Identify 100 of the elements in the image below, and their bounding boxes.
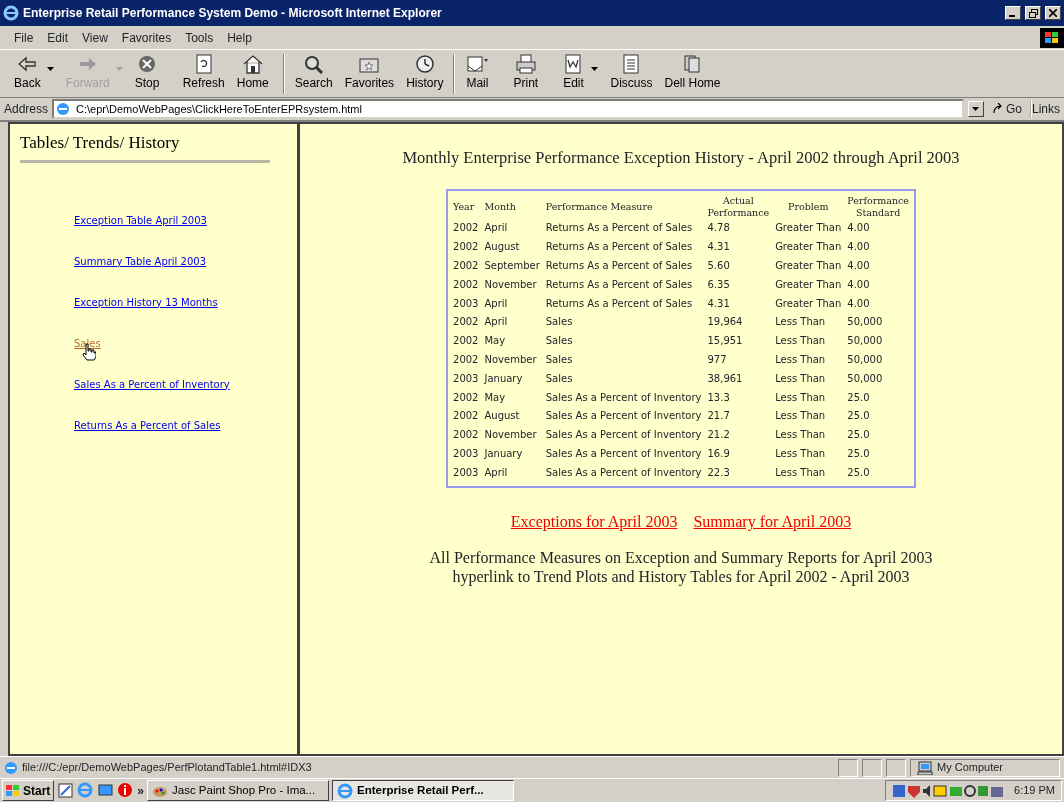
toolbar-button[interactable]: Edit [555,54,605,92]
table-cell-text: 2003 [452,296,480,311]
table-cell-text: 2002 [452,240,480,255]
table-cell-text: Sales [544,334,574,349]
sidebar-link[interactable]: Sales [74,337,101,349]
toolbar-button[interactable]: Back [8,54,60,92]
sidebar-link[interactable]: Sales As a Percent of Inventory [74,378,230,390]
table-cell-text: 2002 [452,221,480,236]
table-cell-text: 25.0 [846,446,871,461]
info-icon[interactable] [117,782,135,799]
table-cell-text: January [483,446,524,461]
table-cell-text: 2003 [452,446,480,461]
computer-icon [917,760,933,775]
table-cell-text: November [483,352,538,367]
toolbar-button[interactable]: Discuss [604,54,659,92]
table-cell-text: 2003 [452,465,480,480]
menu-item[interactable]: Favorites [115,27,178,48]
menu-item[interactable]: Edit [41,27,75,48]
table-cell-text: September [483,259,541,273]
column-header: Actual Performance [706,194,771,219]
monitor-icon[interactable] [97,782,115,799]
table-cell-text: Returns As a Percent of Sales [544,296,694,311]
table-cell-text: 2002 [452,428,480,443]
table-cell-text: 2002 [452,352,480,367]
report-link[interactable]: Exceptions for April 2003 [510,509,678,534]
table-cell-text: 50,000 [846,371,884,386]
start-button[interactable]: Start [2,780,55,801]
status-pane [886,758,906,777]
report-link[interactable]: Summary for April 2003 [693,509,852,534]
minimize-button[interactable] [1005,6,1021,20]
table-cell-text: 2002 [452,277,480,292]
address-field[interactable]: C:\epr\DemoWebPages\ClickHereToEnterEPRsystem.html [52,99,964,119]
table-cell-text: 4.31 [706,240,731,255]
table-cell-text: 15,951 [706,334,744,349]
table-cell-text: Sales As a Percent of Inventory [544,465,703,480]
pencil-icon[interactable] [57,782,75,799]
sidebar-link[interactable]: Returns As a Percent of Sales [74,419,221,431]
table-cell-text: 4.00 [846,240,871,255]
sidebar-link[interactable]: Summary Table April 2003 [74,255,207,267]
table-cell-text: April [483,296,509,311]
table-cell-text: 4.31 [706,296,731,311]
toolbar-button[interactable]: Print [507,54,556,92]
table-cell-text: Sales As a Percent of Inventory [544,409,703,424]
more-button[interactable]: » [137,781,145,800]
table-cell-text: Returns As a Percent of Sales [544,259,694,273]
flag-icon [1045,31,1059,44]
table-cell-text: Sales As a Percent of Inventory [544,390,703,405]
links-button[interactable]: Links [1030,100,1060,118]
table-cell-text: Returns As a Percent of Sales [544,221,694,236]
restore-button[interactable] [1025,6,1041,20]
menu-item[interactable]: Tools [179,27,220,48]
column-header: Month [483,199,517,214]
table-cell-text: Less Than [774,465,827,480]
toolbar-button[interactable]: Favorites [338,54,401,92]
printer-icon [513,54,538,74]
table-cell-text: January [483,371,524,386]
envelope-icon [465,54,490,74]
close-button[interactable] [1045,6,1061,20]
frame-title: Tables/ Trends/ History [20,132,181,154]
toolbar-button[interactable]: Search [288,54,339,92]
table-cell-text: August [483,240,521,255]
toolbar-button[interactable]: Stop [128,54,177,92]
page-icon [56,102,71,116]
table-cell-text: Sales As a Percent of Inventory [544,428,703,443]
toolbar-button[interactable]: Mail [459,54,508,92]
table-cell-text: 21.7 [706,409,731,424]
table-cell-text: 2003 [452,371,480,386]
toolbar-button[interactable]: Refresh [176,54,231,92]
dropdown-button[interactable] [967,101,984,117]
menu-item[interactable]: File [8,27,40,48]
go-button[interactable]: Go [1005,100,1022,118]
table-cell-text: 21.2 [706,428,731,443]
menu-item[interactable]: View [76,27,114,48]
table-cell-text: Less Than [774,390,827,405]
caret-icon [46,67,54,71]
ie-logo-icon [3,5,19,21]
menu-item[interactable]: Help [221,27,258,48]
toolbar-button[interactable]: History [400,54,450,92]
table-cell-text: 22.3 [706,465,731,480]
column-header: Problem [787,199,830,214]
table-cell-text: 16.9 [706,446,731,461]
table-cell-text: 2002 [452,259,480,273]
go-arrow-icon [991,103,1004,115]
table-cell-text: 25.0 [846,409,871,424]
table-cell-text: Sales [544,371,574,386]
table-cell-text: Less Than [774,428,827,443]
sidebar-link[interactable]: Exception History 13 Months [74,296,218,308]
table-cell-text: Greater Than [774,277,843,292]
table-cell-text: Less Than [774,352,827,367]
table-cell-text: Less Than [774,409,827,424]
table-cell-text: August [483,409,521,424]
taskbar-button[interactable]: Jasc Paint Shop Pro - Ima... [147,780,330,801]
table-cell-text: 25.0 [846,390,871,405]
toolbar-button[interactable]: Home [230,54,279,92]
toolbar-button[interactable]: Dell Home [658,54,727,92]
table-cell-text: 6.35 [706,277,731,292]
taskbar-button[interactable]: Enterprise Retail Perf... [332,780,515,801]
sidebar-link[interactable]: Exception Table April 2003 [74,214,207,226]
table-cell-text: 4.00 [846,259,871,273]
table-cell-text: Greater Than [774,221,843,236]
